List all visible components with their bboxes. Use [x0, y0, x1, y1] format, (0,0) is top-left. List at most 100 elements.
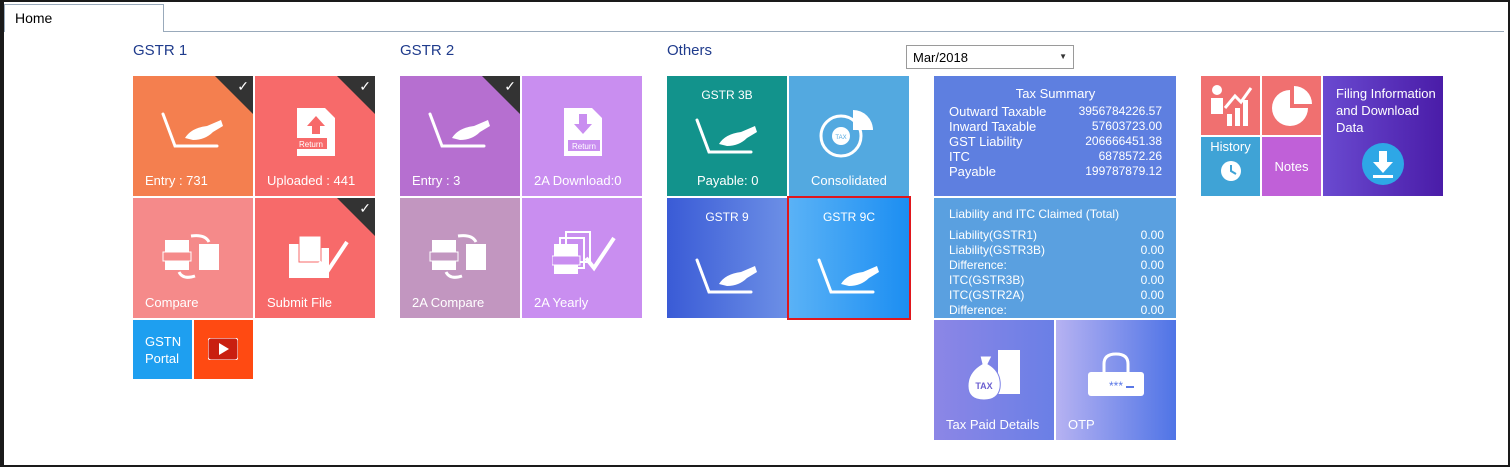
row-label: Difference:	[949, 258, 1007, 272]
masked-password-text: ***	[1109, 379, 1123, 393]
gstr2-entry-label: Entry : 3	[412, 173, 461, 188]
gstr2-yearly-tile[interactable]: 2A Yearly	[522, 198, 642, 318]
gstr1-uploaded-label: Uploaded : 441	[267, 173, 356, 188]
gstr2-compare-tile[interactable]: 2A Compare	[400, 198, 520, 318]
row-value: 0.00	[1140, 288, 1164, 302]
filing-info-tile[interactable]: Filing Information and Download Data	[1323, 76, 1443, 196]
otp-tile[interactable]: *** OTP	[1056, 320, 1176, 440]
row-value: 3956784226.57	[1078, 104, 1162, 118]
row-value: 0.00	[1140, 228, 1164, 242]
period-select[interactable]: Mar/2018 ▼	[906, 45, 1074, 69]
period-value: Mar/2018	[913, 50, 968, 65]
tax-summary-panel[interactable]: Tax Summary Outward Taxable 3956784226.57…	[934, 76, 1176, 196]
gstr1-submit-tile[interactable]: ✓ Submit File	[255, 198, 375, 318]
section-title-gstr2: GSTR 2	[400, 42, 455, 59]
gstr2-yearly-label: 2A Yearly	[534, 295, 589, 310]
row-label: Payable	[949, 164, 996, 179]
tax-pie-chart-icon: TAX	[819, 110, 873, 158]
tax-summary-rows: Outward Taxable 3956784226.57 Inward Taxa…	[949, 104, 1162, 179]
tax-summary-row: GST Liability 206666451.38	[949, 134, 1162, 149]
download-icon	[1362, 143, 1404, 185]
row-value: 57603723.00	[1091, 119, 1162, 133]
gstr1-entry-tile[interactable]: ✓ Entry : 731	[133, 76, 253, 196]
consolidated-label: Consolidated	[811, 173, 887, 188]
filing-info-label: Filing Information and Download Data	[1336, 86, 1436, 135]
row-label: Liability(GSTR1)	[949, 228, 1038, 242]
gstr2-download-label: 2A Download:0	[534, 173, 622, 188]
notes-tile[interactable]: Notes	[1262, 137, 1321, 196]
tax-summary-row: Outward Taxable 3956784226.57	[949, 104, 1162, 119]
gstr1-compare-label: Compare	[145, 295, 199, 310]
submit-folder-icon	[289, 235, 349, 278]
completed-marker: ✓	[337, 76, 375, 114]
lock-password-icon: ***	[1088, 352, 1144, 396]
growth-chart-tile[interactable]	[1201, 76, 1260, 135]
yearly-returns-icon	[552, 231, 616, 274]
growth-chart-icon	[1211, 85, 1253, 126]
liability-row: Liability(GSTR3B) 0.00	[949, 243, 1164, 258]
tab-home[interactable]: Home	[4, 4, 164, 32]
gstr9-tile[interactable]: GSTR 9	[667, 198, 787, 318]
liability-row: Difference: 0.00	[949, 258, 1164, 273]
row-value: 0.00	[1140, 273, 1164, 287]
history-icon	[1221, 161, 1241, 181]
row-label: Liability(GSTR3B)	[949, 243, 1046, 257]
pie-chart-tile[interactable]	[1262, 76, 1321, 135]
gstr2-entry-tile[interactable]: ✓ Entry : 3	[400, 76, 520, 196]
row-label: Inward Taxable	[949, 119, 1037, 134]
row-label: Difference:	[949, 303, 1007, 317]
check-icon: ✓	[359, 200, 371, 216]
tax-summary-row: Payable 199787879.12	[949, 164, 1162, 179]
chevron-down-icon[interactable]: ▼	[1059, 52, 1067, 61]
row-value: 199787879.12	[1085, 164, 1162, 178]
gstr2-download-tile[interactable]: Return 2A Download:0	[522, 76, 642, 196]
row-label: GST Liability	[949, 134, 1023, 149]
gstr1-entry-label: Entry : 731	[145, 173, 208, 188]
laptop-hand-icon	[161, 112, 223, 148]
compare-documents-icon	[162, 234, 219, 279]
gstr3b-tile[interactable]: GSTR 3B Payable: 0	[667, 76, 787, 196]
row-value: 6878572.26	[1098, 149, 1162, 163]
return-badge-text: Return	[572, 142, 596, 151]
row-label: Outward Taxable	[949, 104, 1047, 119]
gstr9c-tile-selected[interactable]: GSTR 9C	[787, 196, 911, 320]
liability-row: ITC(GSTR3B) 0.00	[949, 273, 1164, 288]
laptop-hand-icon	[695, 118, 757, 154]
row-label: ITC	[949, 149, 970, 164]
liability-row: ITC(GSTR2A) 0.00	[949, 288, 1164, 303]
tax-paid-label: Tax Paid Details	[946, 417, 1040, 432]
history-tile[interactable]: History	[1201, 137, 1260, 196]
laptop-hand-icon	[817, 258, 879, 294]
gstr2-compare-label: 2A Compare	[412, 295, 485, 310]
row-value: 0.00	[1140, 258, 1164, 272]
gstn-portal-tile[interactable]: GSTN Portal	[133, 320, 192, 379]
gstr1-uploaded-tile[interactable]: ✓ Return Uploaded : 441	[255, 76, 375, 196]
tax-bag-receipt-icon: TAX	[967, 350, 1020, 401]
consolidated-tile[interactable]: TAX Consolidated	[789, 76, 909, 196]
tax-badge-text: TAX	[835, 135, 846, 141]
tax-badge-text: TAX	[975, 381, 992, 391]
liability-title: Liability and ITC Claimed (Total)	[949, 207, 1120, 221]
gstr1-compare-tile[interactable]: Compare	[133, 198, 253, 318]
return-badge-text: Return	[299, 140, 323, 149]
gstr3b-title: GSTR 3B	[701, 88, 753, 102]
row-value: 206666451.38	[1085, 134, 1162, 148]
row-label: ITC(GSTR3B)	[949, 273, 1025, 287]
download-return-icon: Return	[564, 108, 602, 156]
pie-chart-icon	[1272, 86, 1312, 126]
gstr9c-title: GSTR 9C	[822, 210, 875, 224]
tax-paid-tile[interactable]: TAX Tax Paid Details	[934, 320, 1054, 440]
liability-row: Difference: 0.00	[949, 303, 1164, 318]
tab-bar: Home	[4, 4, 1504, 32]
tax-summary-row: ITC 6878572.26	[949, 149, 1162, 164]
gstr9-title: GSTR 9	[705, 210, 749, 224]
section-title-gstr1: GSTR 1	[133, 42, 188, 59]
tax-summary-title: Tax Summary	[1015, 86, 1096, 101]
gstr3b-payable-label: Payable: 0	[697, 173, 759, 188]
liability-panel[interactable]: Liability and ITC Claimed (Total) Liabil…	[934, 198, 1176, 318]
liability-row: Liability(GSTR1) 0.00	[949, 228, 1164, 243]
video-tile[interactable]	[194, 320, 253, 379]
gstr1-submit-label: Submit File	[267, 295, 333, 310]
upload-return-icon: Return	[295, 108, 335, 156]
row-label: ITC(GSTR2A)	[949, 288, 1025, 302]
